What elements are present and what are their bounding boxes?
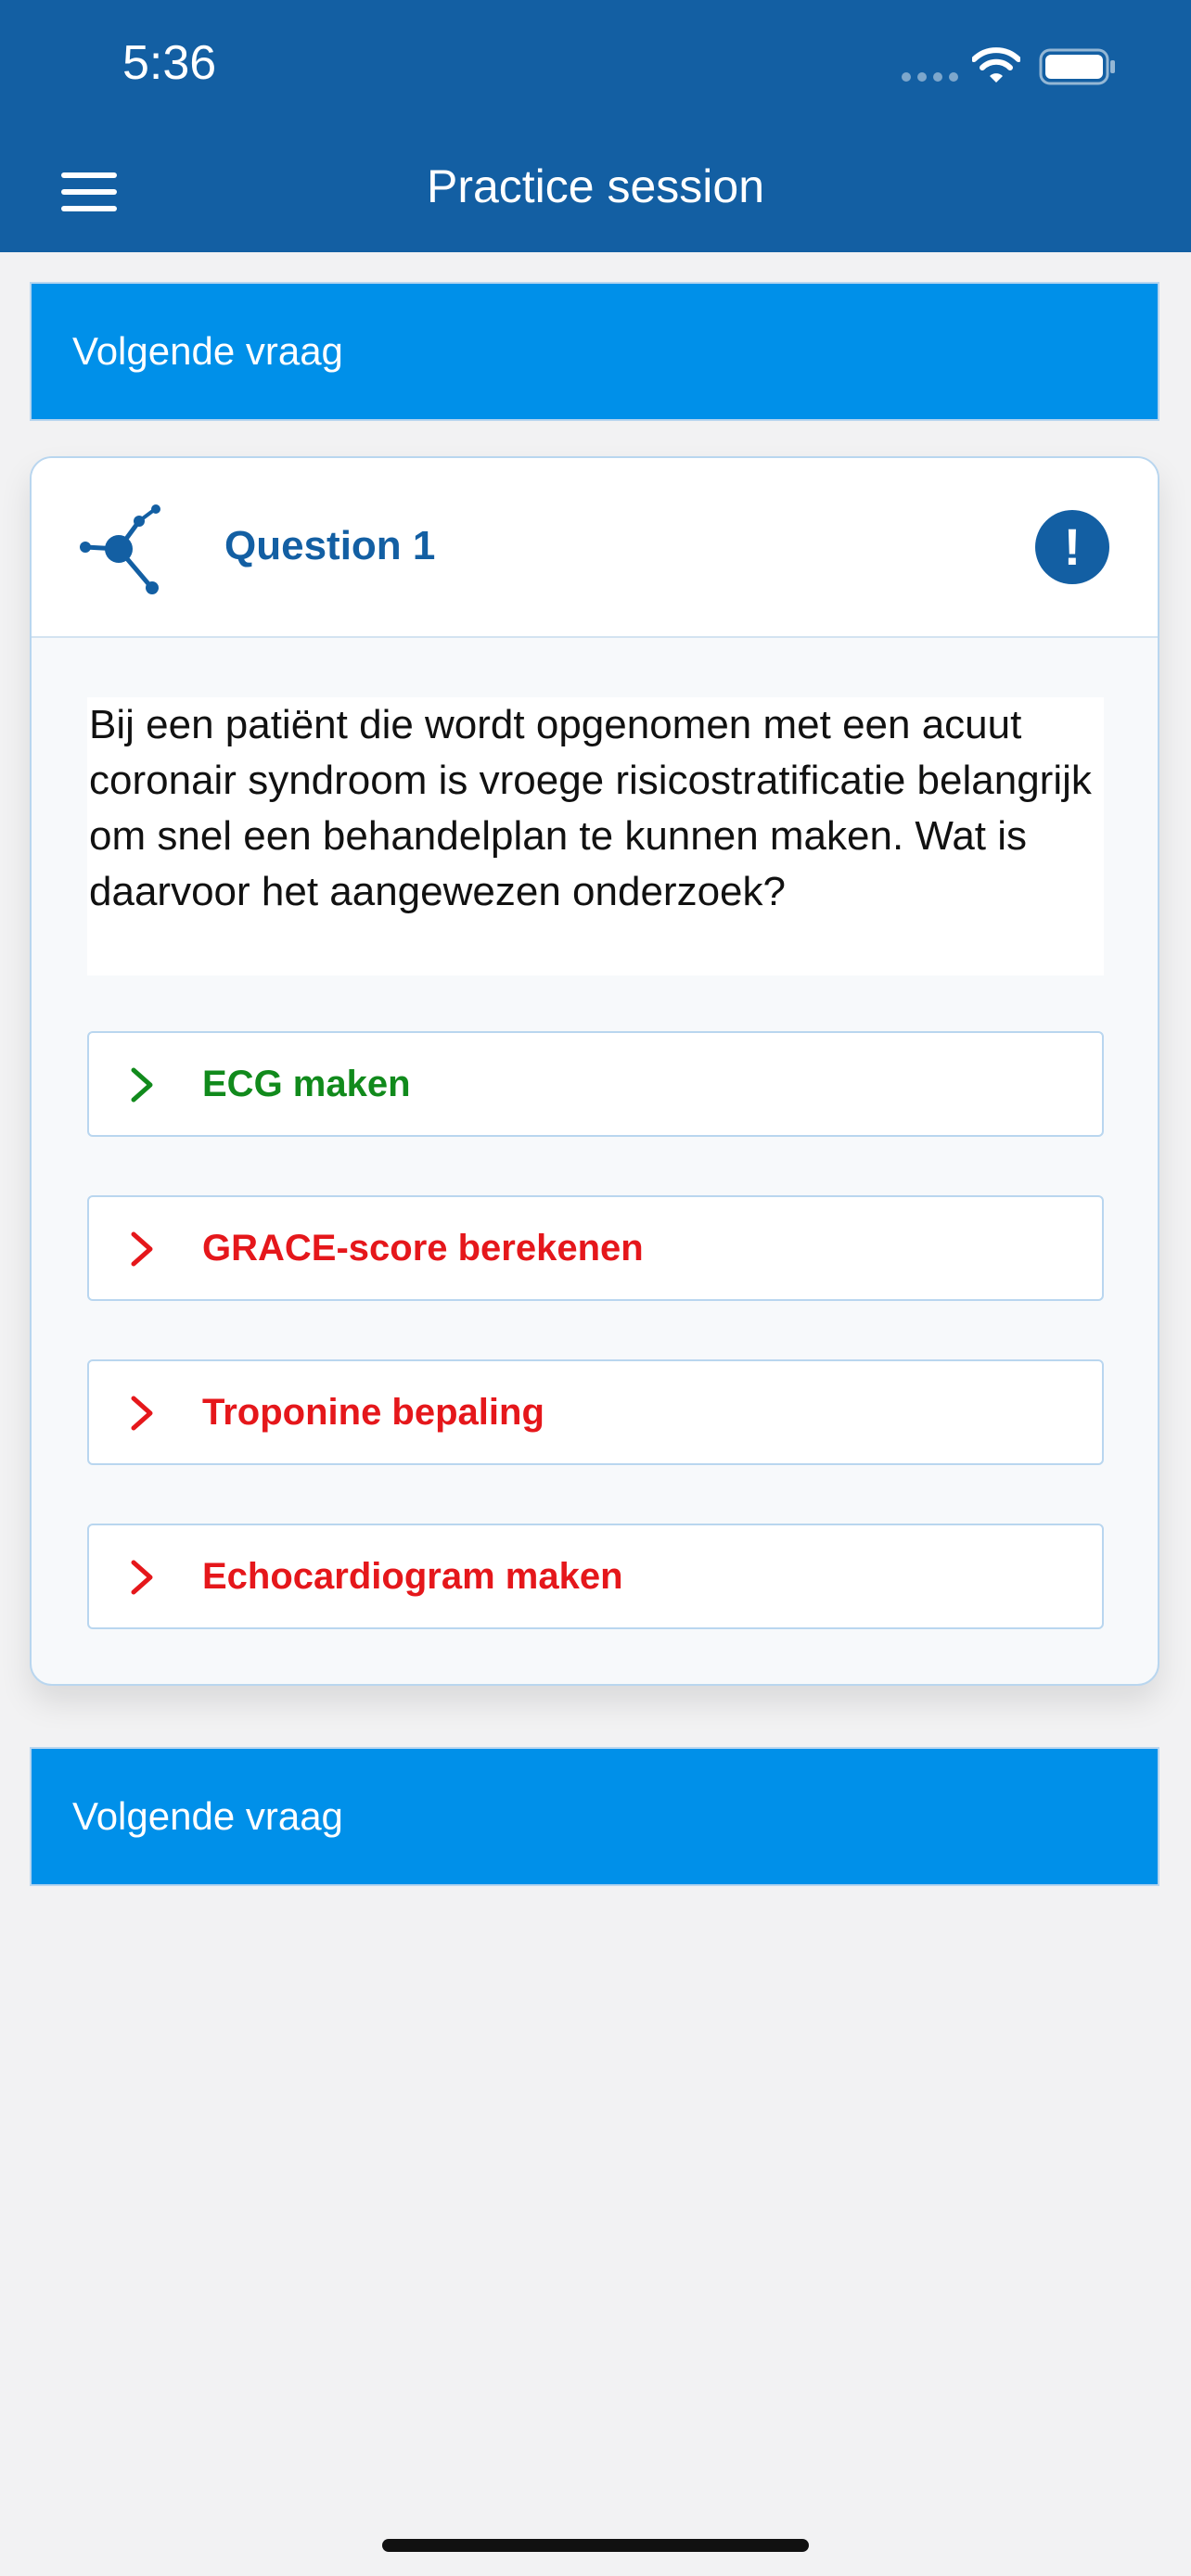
- question-card: Question 1 ! Bij een patiënt die wordt o…: [30, 456, 1159, 1686]
- answer-option[interactable]: Troponine bepaling: [87, 1359, 1104, 1465]
- next-question-button-bottom[interactable]: Volgende vraag: [30, 1747, 1159, 1886]
- wifi-icon: [972, 47, 1020, 83]
- answer-label: Troponine bepaling: [202, 1392, 544, 1433]
- answer-option[interactable]: GRACE-score berekenen: [87, 1195, 1104, 1301]
- question-text: Bij een patiënt die wordt opgenomen met …: [87, 697, 1104, 976]
- cellular-signal-icon: [902, 72, 959, 82]
- chevron-right-icon: [131, 1067, 153, 1103]
- exclamation-icon[interactable]: !: [1035, 510, 1109, 584]
- question-number-label: Question 1: [224, 523, 436, 568]
- answer-label: Echocardiogram maken: [202, 1556, 623, 1597]
- chevron-right-icon: [131, 1231, 153, 1267]
- answer-label: ECG maken: [202, 1064, 411, 1104]
- network-nodes-icon: [80, 504, 160, 594]
- answer-label: GRACE-score berekenen: [202, 1228, 644, 1269]
- battery-icon: [1039, 48, 1115, 85]
- answer-option[interactable]: Echocardiogram maken: [87, 1524, 1104, 1629]
- chevron-right-icon: [131, 1560, 153, 1595]
- status-time: 5:36: [122, 36, 217, 90]
- top-app-bar: 5:36 Practice session: [0, 0, 1191, 252]
- page-title: Practice session: [426, 160, 765, 212]
- home-indicator[interactable]: [382, 2539, 809, 2552]
- chevron-right-icon: [131, 1396, 153, 1431]
- next-question-button-top[interactable]: Volgende vraag: [30, 282, 1159, 421]
- question-card-header: Question 1 !: [32, 458, 1158, 638]
- answer-option[interactable]: ECG maken: [87, 1031, 1104, 1137]
